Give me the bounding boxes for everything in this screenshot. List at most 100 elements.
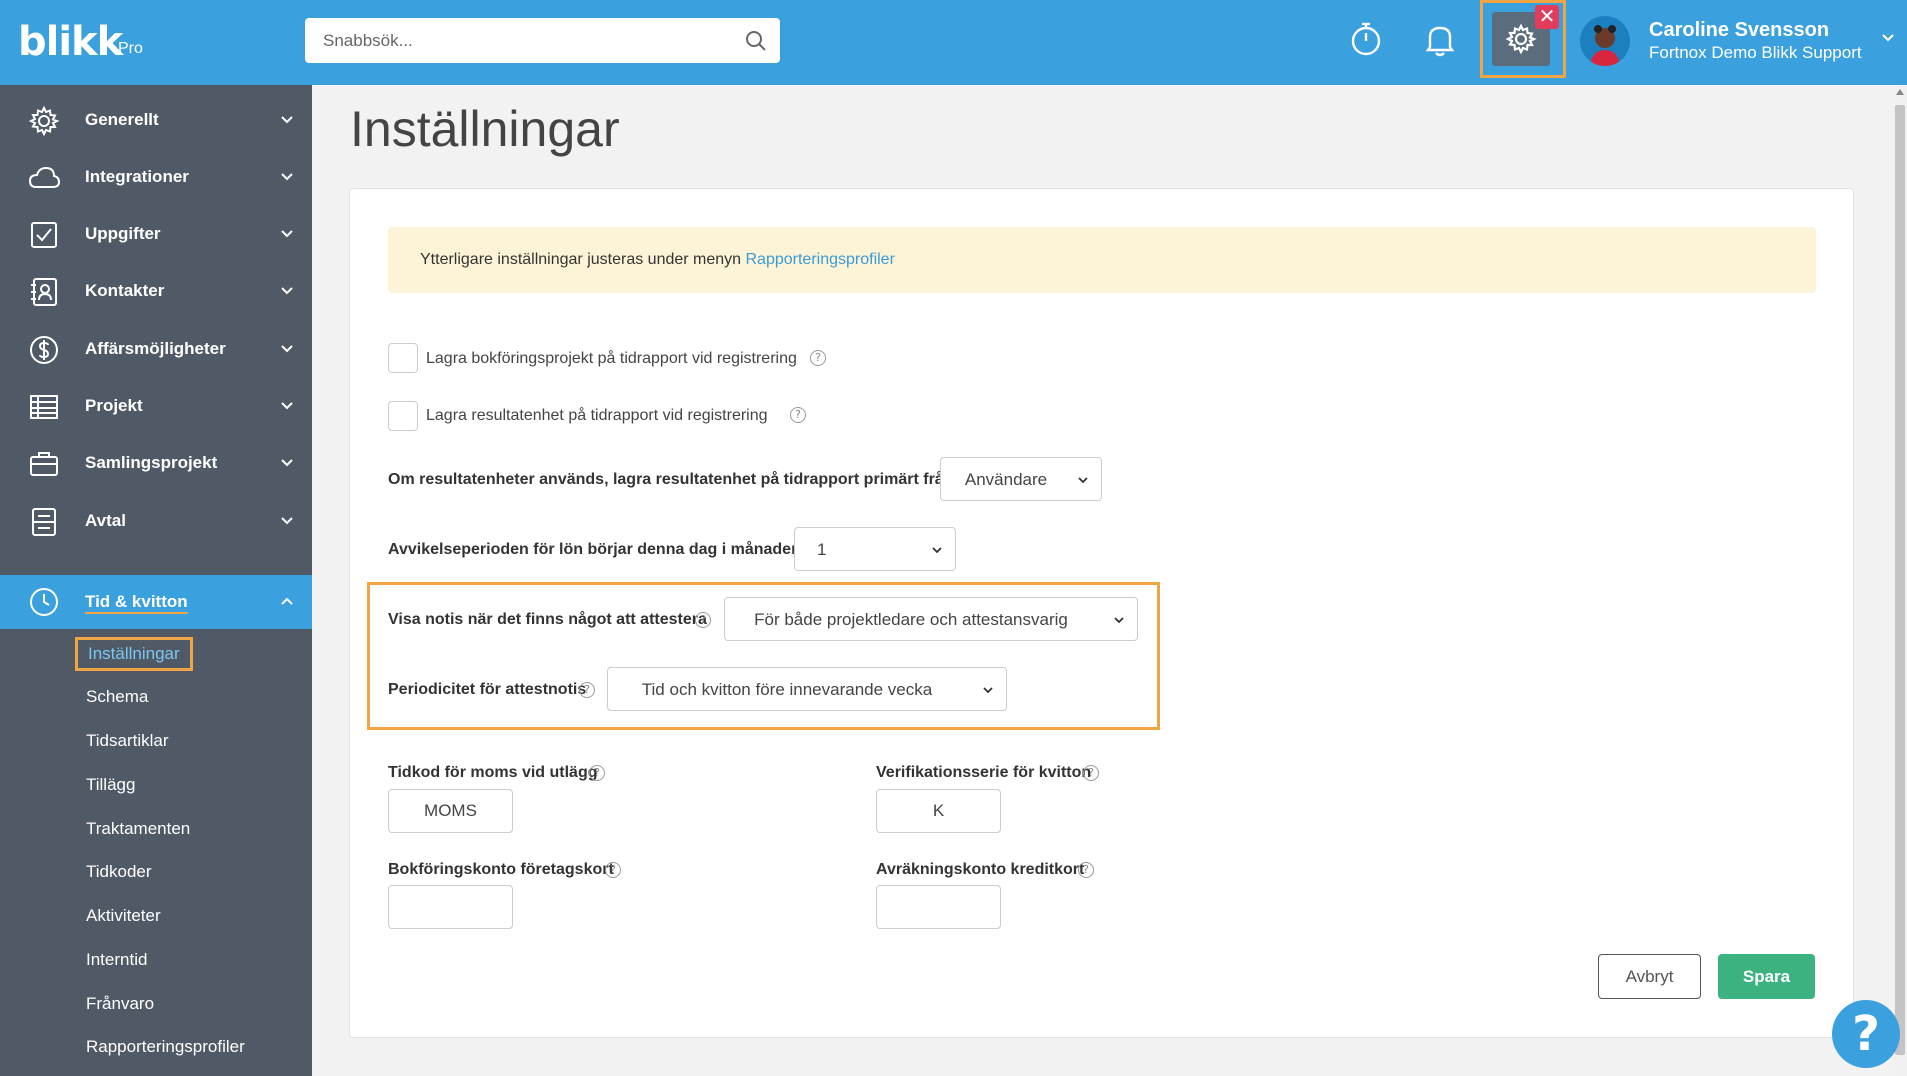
chevron-down-icon	[1114, 617, 1124, 624]
deviation-period-select[interactable]: 1	[794, 527, 956, 571]
sidebar-subitem-tillagg[interactable]: Tillägg	[86, 775, 135, 795]
alert-message: Ytterligare inställningar justeras under…	[420, 251, 746, 268]
help-icon[interactable]: ?	[810, 350, 826, 366]
chevron-down-icon[interactable]	[280, 284, 294, 298]
sidebar-item-affarsmojligheter[interactable]: Affärsmöjligheter	[0, 321, 312, 377]
chevron-down-icon[interactable]	[280, 113, 294, 127]
result-unit-select[interactable]: Användare	[940, 457, 1102, 501]
sidebar-item-label: Generellt	[85, 110, 159, 129]
sidebar-item-label: Avtal	[85, 511, 126, 530]
checkbox-store-project[interactable]	[388, 343, 418, 373]
attest-periodicity-select[interactable]: Tid och kvitton före innevarande vecka	[607, 667, 1007, 711]
stopwatch-icon[interactable]	[1347, 20, 1385, 58]
avatar-illustration	[1590, 25, 1620, 66]
sidebar-subitem-traktamenten[interactable]: Traktamenten	[86, 819, 190, 839]
help-icon[interactable]: ?	[1078, 862, 1094, 878]
alert-link-rapporteringsprofiler[interactable]: Rapporteringsprofiler	[746, 251, 895, 268]
chevron-down-icon[interactable]	[280, 342, 294, 356]
attest-periodicity-value: Tid och kvitton före innevarande vecka	[641, 680, 933, 699]
voucher-series-input[interactable]: K	[876, 789, 1001, 833]
sidebar-item-label: Kontakter	[85, 281, 165, 300]
chevron-down-icon	[932, 547, 942, 554]
sidebar-item-label: Tid & kvitton	[85, 592, 188, 611]
quick-search[interactable]	[305, 18, 780, 63]
user-name[interactable]: Caroline Svensson	[1649, 19, 1829, 42]
checkbox-store-result-unit-label[interactable]: Lagra resultatenhet på tidrapport vid re…	[426, 407, 768, 425]
logo-pro-label: Pro	[118, 40, 143, 57]
page-title: Inställningar	[350, 101, 620, 157]
sidebar: Generellt Integrationer Uppgifter Kontak…	[0, 85, 312, 1076]
help-icon[interactable]: ?	[695, 612, 711, 628]
voucher-series-label: Verifikationsserie för kvitton	[876, 764, 1092, 781]
top-bar: blikk Pro ✕ Caroline Svensson Fortnox De…	[0, 0, 1907, 85]
briefcase-icon	[30, 452, 58, 476]
sidebar-subitem-schema[interactable]: Schema	[86, 687, 148, 707]
company-card-account-label: Bokföringskonto företagskort	[388, 861, 614, 878]
document-icon	[32, 508, 56, 536]
gear-icon	[28, 105, 60, 137]
search-input[interactable]	[323, 18, 723, 63]
checkbox-store-project-label[interactable]: Lagra bokföringsprojekt på tidrapport vi…	[426, 350, 797, 368]
chevron-down-icon[interactable]	[280, 514, 294, 528]
sidebar-subitem-franvaro[interactable]: Frånvaro	[86, 994, 154, 1014]
chevron-down-icon[interactable]	[280, 227, 294, 241]
sidebar-item-kontakter[interactable]: Kontakter	[0, 263, 312, 319]
vat-timecode-input[interactable]: MOMS	[388, 789, 513, 833]
deviation-period-value: 1	[817, 540, 827, 559]
chevron-down-icon[interactable]	[280, 399, 294, 413]
alert-text: Ytterligare inställningar justeras under…	[420, 251, 895, 269]
sidebar-item-integrationer[interactable]: Integrationer	[0, 149, 312, 205]
sidebar-item-generellt[interactable]: Generellt	[0, 92, 312, 148]
clock-icon	[30, 588, 58, 616]
result-unit-label: Om resultatenheter används, lagra result…	[388, 471, 954, 488]
page-scrollbar[interactable]	[1893, 85, 1907, 1076]
sidebar-item-samlingsprojekt[interactable]: Samlingsprojekt	[0, 435, 312, 491]
avatar[interactable]	[1580, 16, 1630, 66]
sidebar-item-uppgifter[interactable]: Uppgifter	[0, 206, 312, 262]
scroll-thumb[interactable]	[1895, 105, 1905, 1055]
notify-attest-label: Visa notis när det finns något att attes…	[388, 611, 707, 628]
sidebar-item-projekt[interactable]: Projekt	[0, 378, 312, 434]
credit-card-account-input[interactable]	[876, 885, 1001, 929]
cancel-button[interactable]: Avbryt	[1598, 954, 1701, 999]
chevron-down-icon[interactable]	[1880, 30, 1896, 46]
chevron-down-icon[interactable]	[280, 456, 294, 470]
table-icon	[30, 395, 58, 419]
help-icon[interactable]: ?	[589, 765, 605, 781]
sidebar-subitem-interntid[interactable]: Interntid	[86, 950, 147, 970]
help-icon[interactable]: ?	[579, 682, 595, 698]
chevron-up-icon[interactable]	[280, 594, 294, 608]
sidebar-subitem-installningar[interactable]: Inställningar	[75, 637, 193, 671]
close-icon[interactable]: ✕	[1535, 5, 1559, 29]
notify-attest-select[interactable]: För både projektledare och attestansvari…	[724, 597, 1138, 641]
help-icon[interactable]: ?	[1083, 765, 1099, 781]
contact-card-icon	[31, 278, 57, 306]
scroll-up-arrow-icon[interactable]	[1896, 89, 1904, 95]
sidebar-item-label: Uppgifter	[85, 224, 161, 243]
sidebar-subitem-rapporteringsprofiler[interactable]: Rapporteringsprofiler	[86, 1037, 245, 1057]
save-button[interactable]: Spara	[1718, 954, 1815, 999]
sidebar-item-label: Affärsmöjligheter	[85, 339, 226, 358]
help-icon[interactable]: ?	[605, 862, 621, 878]
user-organization[interactable]: Fortnox Demo Blikk Support	[1649, 43, 1862, 63]
checkbox-store-result-unit[interactable]	[388, 401, 418, 431]
chevron-down-icon[interactable]	[280, 170, 294, 184]
result-unit-value: Användare	[964, 470, 1048, 489]
search-icon[interactable]	[744, 29, 768, 53]
sidebar-item-tid-kvitton[interactable]: Tid & kvitton	[0, 575, 312, 629]
sidebar-subitem-aktiviteter[interactable]: Aktiviteter	[86, 906, 161, 926]
sidebar-subitem-tidsartiklar[interactable]: Tidsartiklar	[86, 731, 169, 751]
sidebar-item-avtal[interactable]: Avtal	[0, 493, 312, 549]
sidebar-subitem-tidkoder[interactable]: Tidkoder	[86, 862, 152, 882]
company-card-account-input[interactable]	[388, 885, 513, 929]
chevron-down-icon	[1078, 477, 1088, 484]
help-icon[interactable]: ?	[790, 407, 806, 423]
bell-icon[interactable]	[1421, 20, 1459, 58]
deviation-period-label: Avvikelseperioden för lön börjar denna d…	[388, 541, 801, 558]
sidebar-item-label: Projekt	[85, 396, 143, 415]
gear-icon	[1505, 23, 1537, 55]
vat-timecode-label: Tidkod för moms vid utlägg	[388, 764, 598, 781]
help-fab-icon[interactable]: ?	[1832, 1000, 1900, 1068]
blikk-logo[interactable]: blikk	[18, 22, 123, 62]
chevron-down-icon	[983, 687, 993, 694]
